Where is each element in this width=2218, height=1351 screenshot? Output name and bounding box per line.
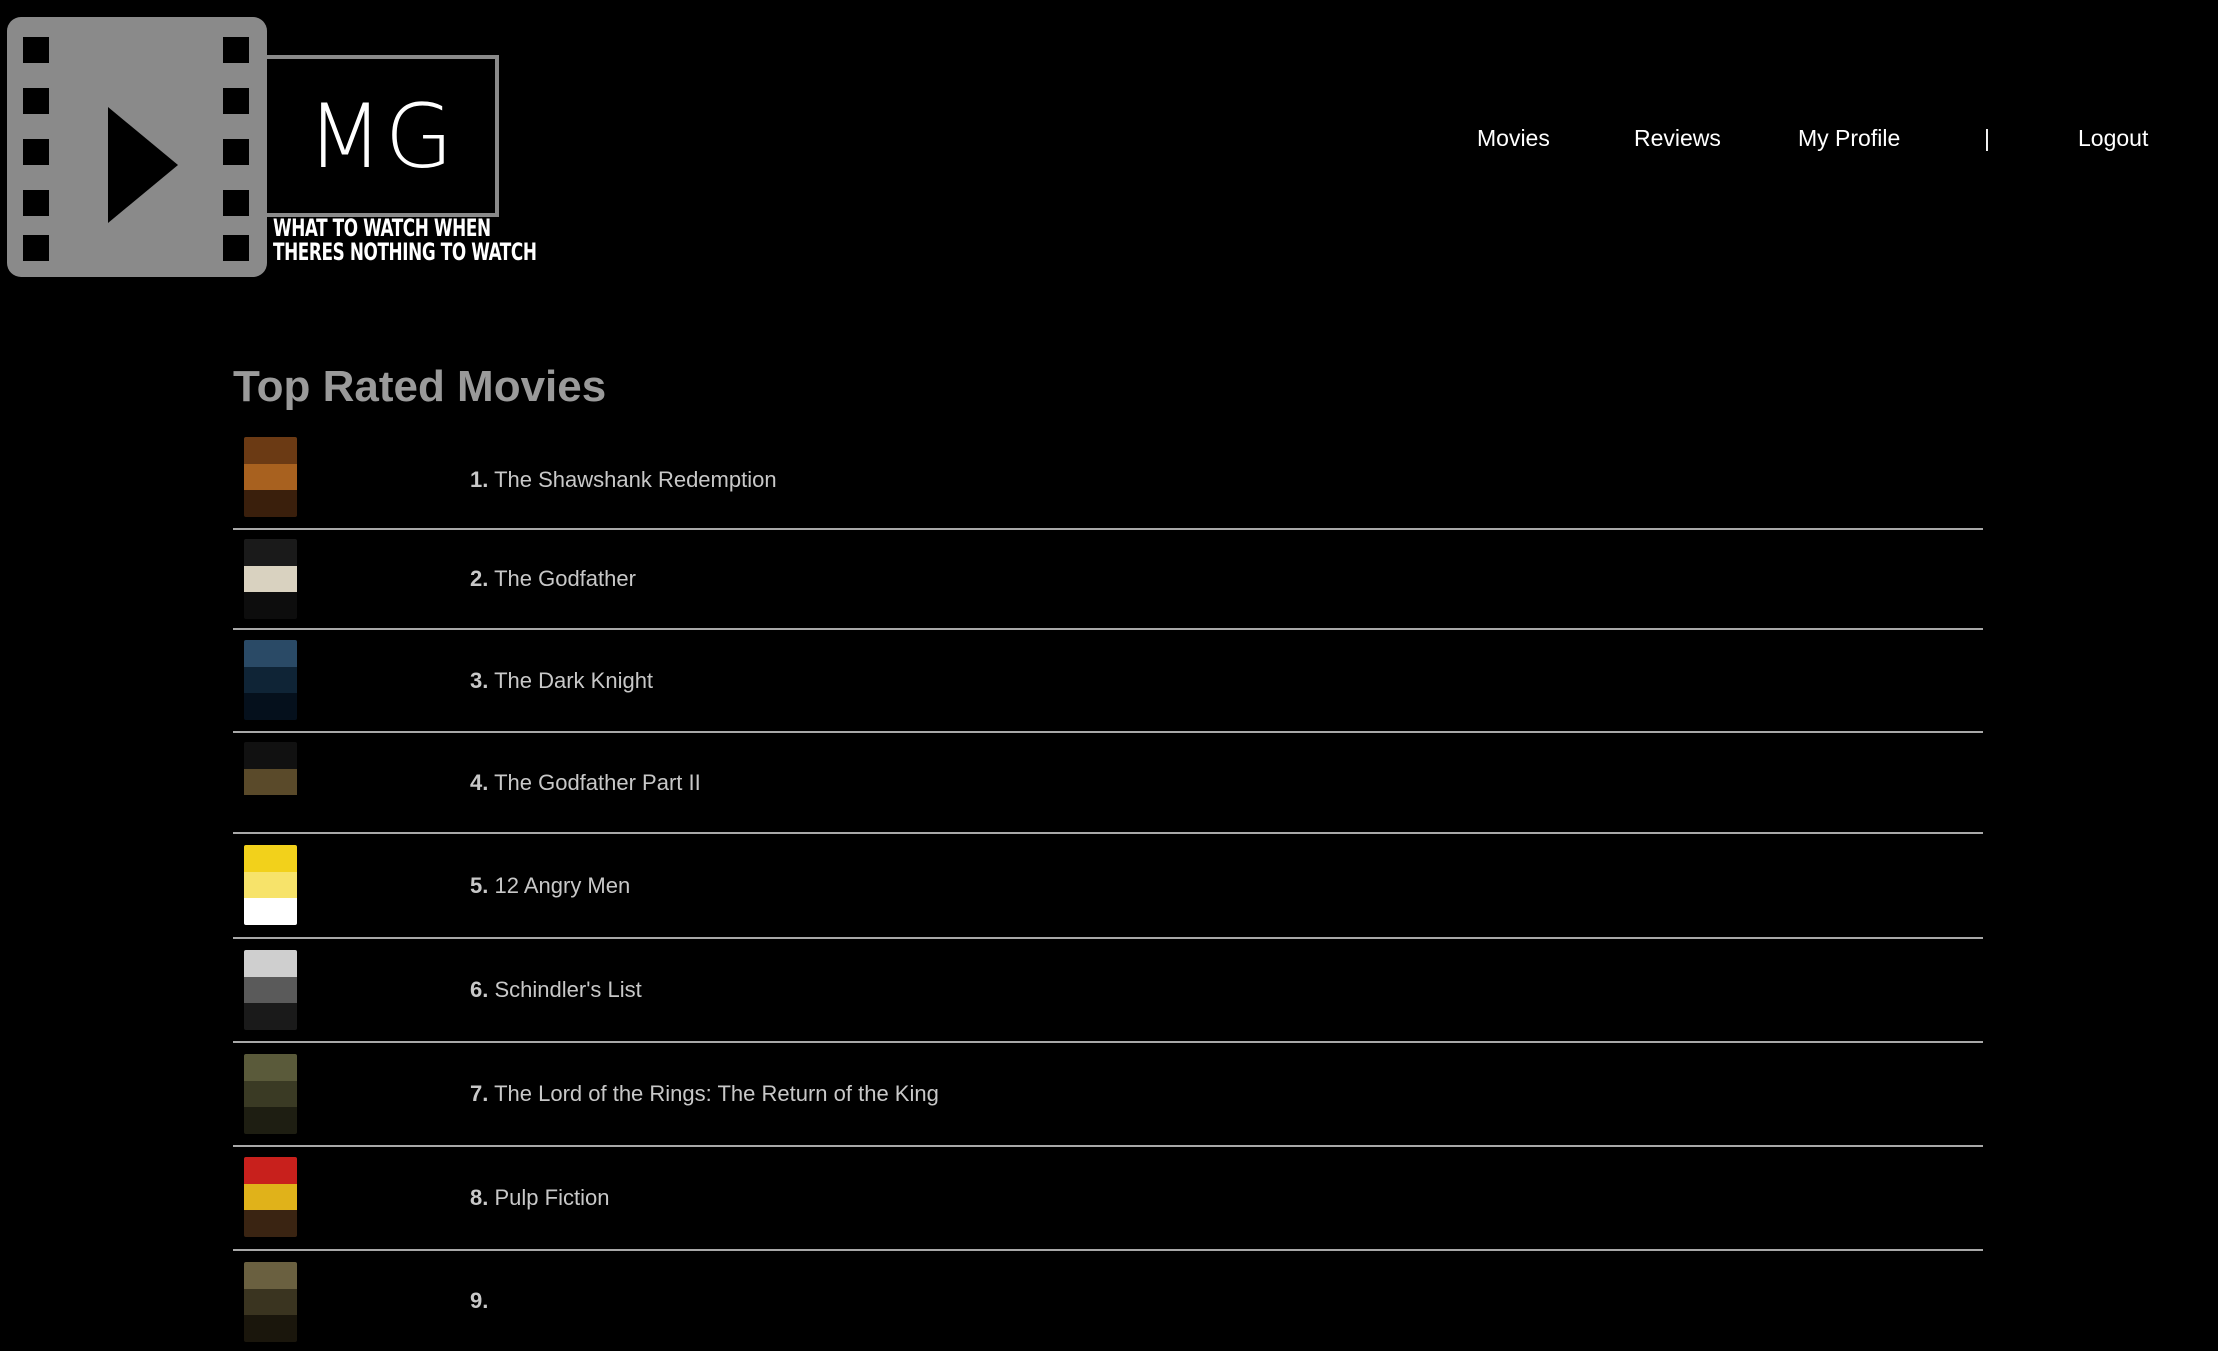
sprocket-hole [23, 235, 49, 261]
nav-movies[interactable]: Movies [1477, 122, 1550, 154]
movie-row[interactable]: 2. The Godfather [233, 530, 1983, 630]
poster-band [244, 871, 297, 899]
movie-title[interactable]: 9. [470, 1288, 488, 1314]
movie-poster[interactable] [244, 1157, 297, 1237]
main-nav: Movies Reviews My Profile | Logout [0, 122, 2218, 154]
movie-rank: 3. [470, 667, 489, 693]
poster-band [244, 976, 297, 1004]
movie-rank: 1. [470, 467, 489, 492]
movie-title[interactable]: 8. Pulp Fiction [470, 1185, 609, 1211]
nav-my-profile[interactable]: My Profile [1798, 122, 1900, 154]
poster-band [244, 795, 297, 822]
movie-row[interactable]: 8. Pulp Fiction [233, 1147, 1983, 1251]
nav-separator: | [1984, 125, 1990, 151]
movie-title[interactable]: 4. The Godfather Part II [470, 770, 701, 796]
movie-poster[interactable] [244, 1262, 297, 1342]
page-title: Top Rated Movies [233, 362, 607, 411]
movie-title[interactable]: 7. The Lord of the Rings: The Return of … [470, 1081, 939, 1107]
poster-band [244, 437, 297, 465]
poster-band [244, 666, 297, 694]
movie-poster[interactable] [244, 640, 297, 720]
movie-title[interactable]: 1. The Shawshank Redemption [470, 467, 777, 493]
poster-band [244, 1003, 297, 1030]
top-rated-movie-list: 1. The Shawshank Redemption 2. The Godfa… [233, 432, 1983, 1351]
poster-band [244, 1315, 297, 1342]
movie-row[interactable]: 9. [233, 1251, 1983, 1351]
movie-title-text: Pulp Fiction [494, 1185, 610, 1210]
tagline-line-2: THERES NOTHING TO WATCH [273, 238, 537, 266]
poster-band [244, 490, 297, 517]
poster-band [244, 640, 297, 668]
poster-band [244, 898, 297, 925]
movie-rank: 7. [470, 1081, 489, 1106]
movie-title[interactable]: 6. Schindler's List [470, 977, 642, 1003]
movie-title[interactable]: 5. 12 Angry Men [470, 873, 630, 899]
poster-band [244, 1054, 297, 1082]
poster-band [244, 1262, 297, 1290]
movie-rank: 2. [470, 566, 489, 591]
poster-band [244, 1107, 297, 1134]
movie-title-text: The Godfather Part II [494, 769, 701, 795]
movie-title-text: The Dark Knight [494, 667, 654, 693]
poster-band [244, 742, 297, 770]
poster-band [244, 1080, 297, 1108]
movie-title-text: The Lord of the Rings: The Return of the… [494, 1081, 939, 1106]
nav-logout[interactable]: Logout [2078, 122, 2148, 154]
sprocket-hole [223, 235, 249, 261]
movie-row[interactable]: 3. The Dark Knight [233, 630, 1983, 733]
poster-band [244, 1183, 297, 1211]
movie-title[interactable]: 3. The Dark Knight [470, 668, 653, 694]
poster-band [244, 1157, 297, 1185]
tagline-line-1: WHAT TO WATCH WHEN [273, 214, 491, 242]
poster-band [244, 950, 297, 978]
poster-band [244, 768, 297, 796]
movie-poster[interactable] [244, 950, 297, 1030]
movie-row[interactable]: 4. The Godfather Part II [233, 733, 1983, 834]
poster-band [244, 592, 297, 619]
logo-tagline: WHAT TO WATCH WHEN THERES NOTHING TO WAT… [273, 214, 537, 266]
sprocket-hole [223, 37, 249, 63]
movie-rank: 4. [470, 769, 489, 795]
movie-row[interactable]: 7. The Lord of the Rings: The Return of … [233, 1043, 1983, 1147]
sprocket-hole [23, 88, 49, 114]
sprocket-hole [223, 190, 249, 216]
movie-title[interactable]: 2. The Godfather [470, 566, 636, 592]
movie-title-text: Schindler's List [494, 977, 642, 1002]
poster-band [244, 845, 297, 873]
movie-rank: 6. [470, 977, 489, 1002]
movie-row[interactable]: 6. Schindler's List [233, 939, 1983, 1043]
movie-title-text: 12 Angry Men [494, 872, 631, 898]
movie-row[interactable]: 5. 12 Angry Men [233, 834, 1983, 939]
poster-band [244, 463, 297, 491]
movie-rank: 5. [470, 872, 489, 898]
poster-band [244, 1288, 297, 1316]
poster-band [244, 565, 297, 593]
poster-band [244, 539, 297, 567]
movie-title-text: The Godfather [494, 566, 636, 591]
sprocket-hole [23, 190, 49, 216]
movie-poster[interactable] [244, 539, 297, 619]
sprocket-hole [223, 88, 249, 114]
movie-poster[interactable] [244, 742, 297, 822]
movie-poster[interactable] [244, 437, 297, 517]
poster-band [244, 1210, 297, 1237]
nav-reviews[interactable]: Reviews [1634, 122, 1721, 154]
movie-rank: 9. [470, 1288, 489, 1313]
movie-row[interactable]: 1. The Shawshank Redemption [233, 432, 1983, 530]
movie-poster[interactable] [244, 1054, 297, 1134]
poster-band [244, 693, 297, 720]
movie-rank: 8. [470, 1185, 489, 1210]
movie-poster[interactable] [244, 845, 297, 925]
sprocket-hole [23, 37, 49, 63]
movie-title-text: The Shawshank Redemption [494, 467, 777, 492]
